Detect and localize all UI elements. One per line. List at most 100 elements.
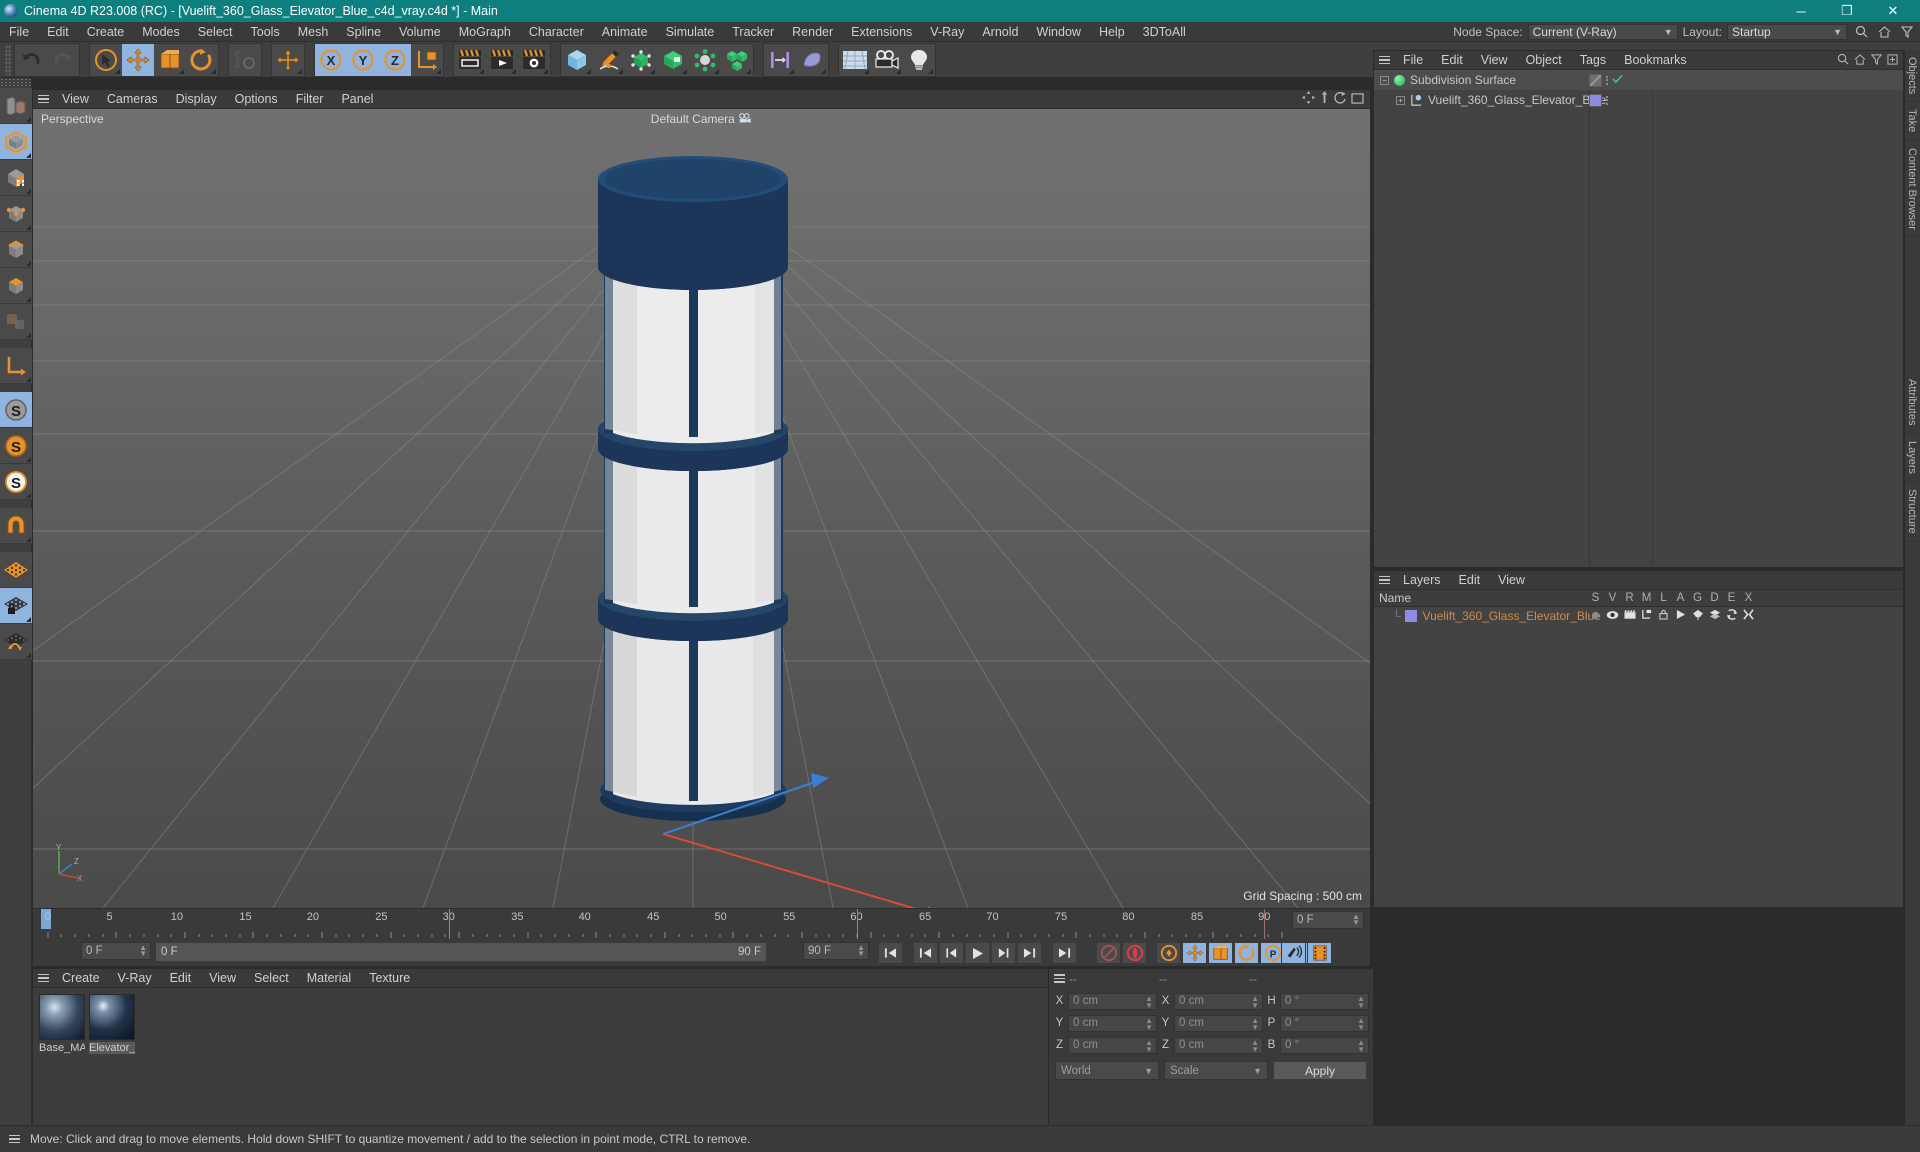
viewport-canvas[interactable]: Perspective Default Camera Grid Spacing … xyxy=(33,109,1370,908)
left-palette-grip[interactable] xyxy=(0,78,31,88)
cube-primitive-button[interactable] xyxy=(561,43,593,76)
filter-icon[interactable] xyxy=(1870,53,1883,68)
status-hamburger-icon[interactable] xyxy=(4,1130,24,1149)
menu-create[interactable]: Create xyxy=(78,22,134,42)
world-object-axis-button[interactable] xyxy=(272,43,304,76)
viewport-menu-panel[interactable]: Panel xyxy=(332,90,382,109)
array-generator-button[interactable] xyxy=(657,43,689,76)
menu-tracker[interactable]: Tracker xyxy=(723,22,783,42)
menu-render[interactable]: Render xyxy=(783,22,842,42)
apply-button[interactable]: Apply xyxy=(1273,1061,1367,1080)
rotate-view-icon[interactable] xyxy=(1334,91,1347,107)
coord-input-size-x[interactable]: 0 cm ▲ ▼ xyxy=(1174,992,1263,1010)
subdivision-surface-button[interactable] xyxy=(625,43,657,76)
layout-select[interactable]: Startup ▼ xyxy=(1727,23,1847,40)
tab-layers[interactable]: Layers xyxy=(1905,434,1919,482)
next-frame-button[interactable] xyxy=(991,942,1016,964)
deformer-icon[interactable] xyxy=(1706,609,1723,623)
axis-y-button[interactable]: Y xyxy=(347,43,379,76)
keyframe-selection-button[interactable] xyxy=(1156,942,1181,964)
live-selection-tool[interactable] xyxy=(90,43,122,76)
coordinate-system-select[interactable]: World ▼ xyxy=(1055,1061,1159,1080)
tag-dots-icon[interactable] xyxy=(1606,95,1608,105)
edges-mode-button[interactable] xyxy=(0,232,32,268)
spinner-icon[interactable]: ▲ ▼ xyxy=(1357,1016,1365,1031)
layers-col-r[interactable]: R xyxy=(1621,592,1638,604)
viewport-menu-display[interactable]: Display xyxy=(167,90,226,109)
go-to-start-button[interactable] xyxy=(878,942,903,964)
coord-input-rot-h[interactable]: 0 ° ▲ ▼ xyxy=(1280,992,1369,1010)
material-item-base[interactable]: Base_MA xyxy=(39,994,85,1054)
layers-list[interactable]: └ Vuelift_360_Glass_Elevator_Blue xyxy=(1374,607,1903,907)
render-settings-button[interactable] xyxy=(518,43,550,76)
coordinate-system-button[interactable] xyxy=(411,43,443,76)
animation-icon[interactable] xyxy=(1672,609,1689,623)
spinner-icon[interactable]: ▲ ▼ xyxy=(1357,994,1365,1009)
current-frame-field-left[interactable]: 0 F ▲ ▼ xyxy=(81,942,151,960)
spinner-icon[interactable]: ▲ ▼ xyxy=(1352,913,1360,927)
coordinate-mode-select[interactable]: Scale ▼ xyxy=(1164,1061,1268,1080)
minimize-button[interactable]: ─ xyxy=(1778,0,1824,22)
manager-icon[interactable] xyxy=(1638,609,1655,623)
mat-menu-vray[interactable]: V-Ray xyxy=(109,968,161,988)
coordinates-hamburger-icon[interactable] xyxy=(1049,969,1069,988)
viewport-panel[interactable]: View Cameras Display Options Filter Pane… xyxy=(33,90,1370,908)
generator-icon[interactable] xyxy=(1689,609,1706,624)
add-layer-icon[interactable] xyxy=(1887,53,1898,68)
spinner-icon[interactable]: ▲ ▼ xyxy=(1251,994,1259,1009)
scale-key-button[interactable] xyxy=(1208,942,1233,964)
coord-input-size-z[interactable]: 0 cm ▲ ▼ xyxy=(1174,1036,1263,1054)
field-button[interactable] xyxy=(764,43,796,76)
layer-color-swatch[interactable] xyxy=(1404,610,1417,622)
viewport-menu-options[interactable]: Options xyxy=(226,90,287,109)
redo-button[interactable] xyxy=(47,43,79,76)
material-preview-sphere[interactable] xyxy=(89,994,135,1040)
light-button[interactable] xyxy=(903,43,935,76)
layers-col-g[interactable]: G xyxy=(1689,592,1706,604)
menu-select[interactable]: Select xyxy=(189,22,242,42)
menu-animate[interactable]: Animate xyxy=(593,22,657,42)
enable-axis-button[interactable] xyxy=(0,348,32,384)
spinner-icon[interactable]: ▲ ▼ xyxy=(139,944,147,958)
camera-button[interactable] xyxy=(871,43,903,76)
coord-input-size-y[interactable]: 0 cm ▲ ▼ xyxy=(1174,1014,1263,1032)
menu-character[interactable]: Character xyxy=(520,22,593,42)
expander-icon[interactable]: + xyxy=(1396,95,1405,105)
node-space-select[interactable]: Current (V-Ray) ▼ xyxy=(1527,23,1678,40)
texture-mode-button[interactable] xyxy=(0,160,32,196)
layer-row[interactable]: └ Vuelift_360_Glass_Elevator_Blue xyxy=(1374,607,1903,625)
xref-icon[interactable] xyxy=(1740,609,1757,623)
tab-structure[interactable]: Structure xyxy=(1905,482,1919,542)
pan-icon[interactable] xyxy=(1302,91,1315,107)
menu-mograph[interactable]: MoGraph xyxy=(450,22,520,42)
position-key-button[interactable] xyxy=(1182,942,1207,964)
viewport-menu-filter[interactable]: Filter xyxy=(287,90,333,109)
mat-menu-texture[interactable]: Texture xyxy=(360,968,419,988)
object-manager-tree[interactable]: − Subdivision Surface + Vuelift_360_Glas… xyxy=(1374,70,1903,567)
om-menu-file[interactable]: File xyxy=(1394,50,1432,70)
menu-volume[interactable]: Volume xyxy=(390,22,450,42)
current-frame-field-right[interactable]: 0 F ▲ ▼ xyxy=(1292,911,1364,929)
layers-menu-view[interactable]: View xyxy=(1489,570,1534,590)
om-menu-bookmarks[interactable]: Bookmarks xyxy=(1615,50,1696,70)
layers-col-v[interactable]: V xyxy=(1604,592,1621,604)
toolbar-grip[interactable] xyxy=(5,44,11,75)
tab-content-browser[interactable]: Content Browser xyxy=(1905,141,1919,238)
close-button[interactable]: ✕ xyxy=(1870,0,1916,22)
coord-input-rot-b[interactable]: 0 ° ▲ ▼ xyxy=(1280,1036,1369,1054)
menu-spline[interactable]: Spline xyxy=(337,22,390,42)
mat-menu-create[interactable]: Create xyxy=(53,968,109,988)
tag-icon[interactable] xyxy=(1589,73,1602,87)
om-menu-edit[interactable]: Edit xyxy=(1432,50,1472,70)
tab-attributes[interactable]: Attributes xyxy=(1905,372,1919,434)
pen-spline-button[interactable] xyxy=(593,43,625,76)
timeline-view-button[interactable] xyxy=(1307,942,1332,964)
next-key-button[interactable] xyxy=(1017,942,1042,964)
solo-icon[interactable] xyxy=(1587,609,1604,623)
menu-window[interactable]: Window xyxy=(1027,22,1089,42)
menu-tools[interactable]: Tools xyxy=(242,22,289,42)
mat-menu-view[interactable]: View xyxy=(200,968,245,988)
object-mode-button[interactable] xyxy=(0,124,32,160)
spinner-icon[interactable]: ▲ ▼ xyxy=(1357,1038,1365,1053)
mat-menu-material[interactable]: Material xyxy=(298,968,360,988)
